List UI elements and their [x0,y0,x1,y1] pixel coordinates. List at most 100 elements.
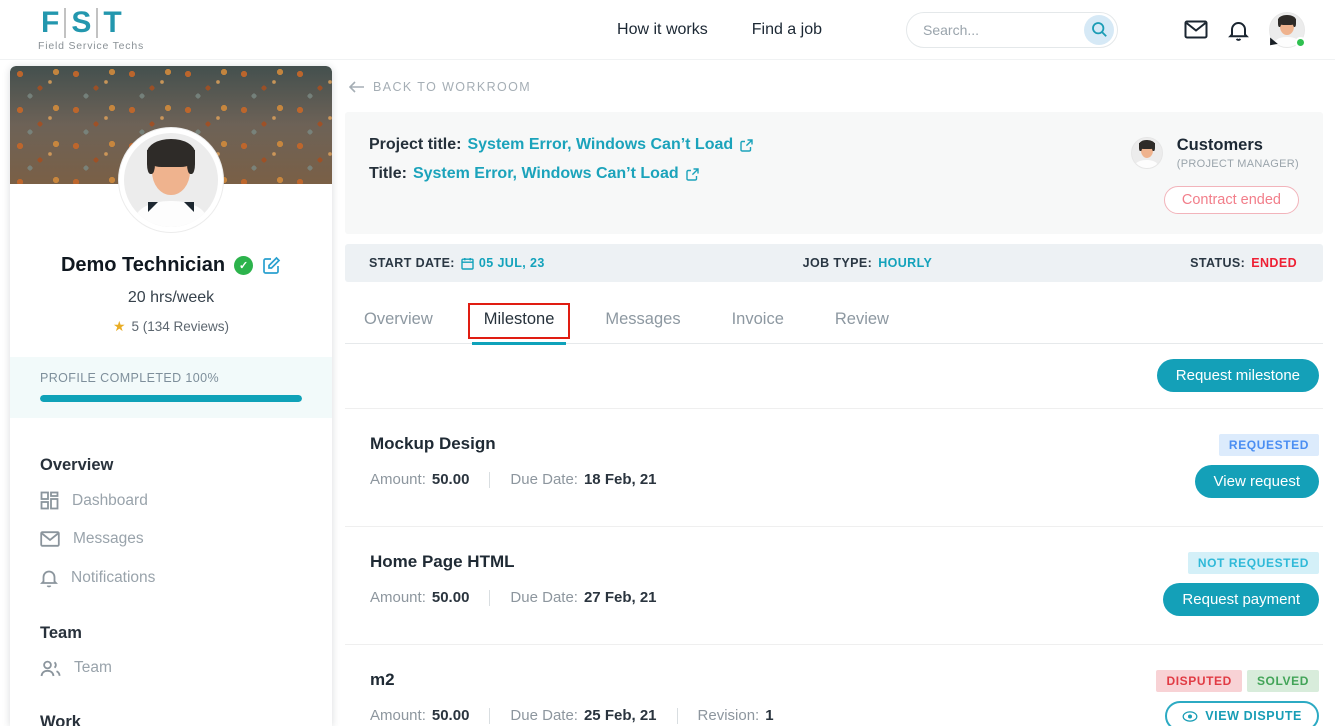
sidebar-item-label: Dashboard [72,492,148,510]
amount-value: 50.00 [432,471,470,488]
revision-field: Revision: 1 [698,707,774,724]
project-manager-block: Customers (PROJECT MANAGER) Contract end… [1131,136,1299,214]
sidebar-item-label: Notifications [71,569,155,587]
bell-icon [40,568,58,588]
profile-completed-label: PROFILE COMPLETED 100% [40,371,302,385]
tab-invoice[interactable]: Invoice [730,300,786,343]
request-milestone-button[interactable]: Request milestone [1157,359,1319,392]
milestone-row-m2: m2 Amount: 50.00 Due Date: 25 Feb, 21 Re… [345,644,1323,726]
amount-label: Amount: [370,471,426,488]
search-box[interactable] [906,12,1118,48]
status-badge-solved: SOLVED [1247,670,1319,692]
title-link[interactable]: System Error, Windows Can’t Load [413,165,699,183]
nav-find-a-job[interactable]: Find a job [752,21,822,39]
start-date-value-wrap: 05 JUL, 23 [461,256,545,270]
back-to-workroom-link[interactable]: BACK TO WORKROOM [345,66,1323,106]
view-dispute-button[interactable]: VIEW DISPUTE [1165,701,1319,726]
amount-label: Amount: [370,707,426,724]
project-title-label: Project title: [369,136,461,154]
project-titles: Project title: System Error, Windows Can… [369,136,1131,214]
contract-ended-pill[interactable]: Contract ended [1164,186,1299,214]
fst-logo[interactable]: F S T Field Service Techs [36,8,144,52]
verified-badge-icon: ✓ [234,256,253,275]
milestone-details: Amount: 50.00 Due Date: 18 Feb, 21 [370,471,1195,488]
project-title-link[interactable]: System Error, Windows Can’t Load [467,136,753,154]
request-payment-button[interactable]: Request payment [1163,583,1319,616]
active-tab-underline [472,342,567,345]
header-icon-group [1184,12,1305,48]
divider [677,708,678,724]
due-date-label: Due Date: [510,471,578,488]
status-label: STATUS: [1190,256,1245,270]
workroom-tabs: Overview Milestone Messages Invoice Revi… [345,298,1323,344]
status-segment: STATUS: ENDED [1190,256,1297,270]
due-date-value: 27 Feb, 21 [584,589,657,606]
nav-how-it-works[interactable]: How it works [617,21,708,39]
rating-text: 5 (134 Reviews) [132,319,230,334]
logo-tagline: Field Service Techs [36,41,144,52]
search-submit-button[interactable] [1084,15,1114,45]
request-milestone-row: Request milestone [345,344,1323,408]
milestone-actions: NOT REQUESTED Request payment [1163,552,1319,616]
amount-value: 50.00 [432,589,470,606]
project-title-text: System Error, Windows Can’t Load [467,136,733,154]
profile-sidebar: Demo Technician ✓ 20 hrs/week ★ 5 (134 R… [10,66,332,726]
job-type-segment: JOB TYPE: HOURLY [803,256,933,270]
sidebar-item-notifications[interactable]: Notifications [40,558,302,598]
amount-field: Amount: 50.00 [370,707,469,724]
sidebar-item-messages[interactable]: Messages [40,520,302,558]
messages-icon[interactable] [1184,20,1208,39]
profile-avatar[interactable] [119,128,223,232]
sidebar-nav: Overview Dashboard Messages [10,418,332,726]
tab-messages[interactable]: Messages [603,300,682,343]
tab-milestone[interactable]: Milestone [482,300,557,343]
view-request-button[interactable]: View request [1195,465,1319,498]
amount-value: 50.00 [432,707,470,724]
hours-per-week: 20 hrs/week [10,289,332,307]
manager-name[interactable]: Customers [1177,136,1299,155]
tab-overview[interactable]: Overview [362,300,435,343]
back-arrow-icon [349,81,365,93]
star-icon: ★ [113,318,126,335]
user-avatar-menu[interactable] [1269,12,1305,48]
header-nav: How it works Find a job [617,12,1305,48]
milestone-title: Home Page HTML [370,552,1163,572]
title-line: Title: System Error, Windows Can’t Load [369,165,1131,183]
due-date-label: Due Date: [510,589,578,606]
fst-logo-letters: F S T [36,8,144,38]
eye-icon [1182,711,1198,722]
section-title-team: Team [40,624,302,643]
calendar-icon [461,257,474,270]
milestone-details: Amount: 50.00 Due Date: 27 Feb, 21 [370,589,1163,606]
top-navigation-bar: F S T Field Service Techs How it works F… [0,0,1335,60]
logo-letter-s: S [64,8,96,38]
status-value: ENDED [1251,256,1297,270]
sidebar-item-team[interactable]: Team [40,649,302,687]
status-badge-requested: REQUESTED [1219,434,1319,456]
amount-field: Amount: 50.00 [370,471,469,488]
due-date-value: 18 Feb, 21 [584,471,657,488]
tab-review[interactable]: Review [833,300,891,343]
sidebar-item-dashboard[interactable]: Dashboard [40,481,302,520]
edit-profile-icon[interactable] [262,256,281,275]
start-date-segment: START DATE: 05 JUL, 23 [369,256,545,270]
external-link-icon [686,168,699,181]
notifications-bell-icon[interactable] [1228,19,1249,41]
rating-row: ★ 5 (134 Reviews) [10,318,332,335]
divider [489,472,490,488]
sidebar-item-label: Messages [73,530,144,548]
milestone-info: Home Page HTML Amount: 50.00 Due Date: 2… [370,552,1163,616]
dashboard-grid-icon [40,491,59,510]
milestone-info: Mockup Design Amount: 50.00 Due Date: 18… [370,434,1195,498]
title-text: System Error, Windows Can’t Load [413,165,679,183]
milestone-row-mockup-design: Mockup Design Amount: 50.00 Due Date: 18… [345,408,1323,526]
job-type-label: JOB TYPE: [803,256,873,270]
manager-avatar[interactable] [1131,137,1163,169]
view-dispute-label: VIEW DISPUTE [1205,709,1302,723]
logo-letter-f: F [36,8,64,38]
contract-meta-bar: START DATE: 05 JUL, 23 JOB TYPE: HOURLY [345,244,1323,282]
team-people-icon [40,660,61,677]
milestone-title: m2 [370,670,1156,690]
search-input[interactable] [923,22,1084,38]
status-badge-disputed: DISPUTED [1156,670,1241,692]
